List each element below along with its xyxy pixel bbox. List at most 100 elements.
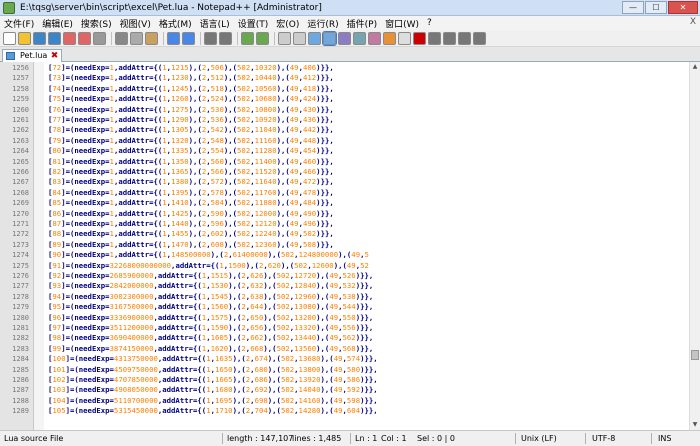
code-line[interactable]: 1275 [91]=(needExp=32268000000000,addAttr… [0, 261, 690, 271]
code-line[interactable]: 1278 [94]=(needExp=3002300000,addAttr={(1… [0, 292, 690, 302]
redo-icon[interactable] [182, 31, 195, 45]
code-line[interactable]: 1265 [81]=(needExp=1,addAttr={(1,1350),(2… [0, 157, 690, 167]
close-all-icon[interactable] [78, 31, 91, 45]
find-icon[interactable] [204, 31, 217, 45]
wrap-icon[interactable] [308, 31, 321, 45]
play-multi-icon[interactable] [458, 31, 471, 45]
code-line[interactable]: 1257 [73]=(needExp=1,addAttr={(1,1230),(2… [0, 73, 690, 83]
code-line[interactable]: 1281 [97]=(needExp=3511200000,addAttr={(1… [0, 323, 690, 333]
code-line[interactable]: 1287 [103]=(needExp=4908050000,addAttr={(… [0, 385, 690, 395]
toolbar-separator [237, 31, 238, 45]
code-line[interactable]: 1268 [84]=(needExp=1,addAttr={(1,1395),(2… [0, 188, 690, 198]
close-document-button[interactable]: X [690, 17, 696, 27]
line-number: 1263 [12, 136, 29, 145]
zoom-in-icon[interactable] [241, 31, 254, 45]
code-line[interactable]: 1263 [79]=(needExp=1,addAttr={(1,1320),(2… [0, 136, 690, 146]
code-text: [103]=(needExp=4908050000,addAttr={(1,16… [48, 385, 378, 395]
code-line[interactable]: 1271 [87]=(needExp=1,addAttr={(1,1440),(2… [0, 219, 690, 229]
undo-icon[interactable] [167, 31, 180, 45]
maximize-button[interactable]: ☐ [645, 1, 667, 14]
code-line[interactable]: 1262 [78]=(needExp=1,addAttr={(1,1305),(2… [0, 125, 690, 135]
save-macro-icon[interactable] [473, 31, 486, 45]
cut-icon[interactable] [115, 31, 128, 45]
code-line[interactable]: 1285 [101]=(needExp=4509750000,addAttr={(… [0, 365, 690, 375]
code-line[interactable]: 1280 [96]=(needExp=3336900000,addAttr={(1… [0, 313, 690, 323]
code-line[interactable]: 1282 [98]=(needExp=3690400000,addAttr={(1… [0, 333, 690, 343]
function-list-icon[interactable] [368, 31, 381, 45]
tab-pet-lua[interactable]: Pet.lua ✖ [2, 49, 63, 62]
code-line[interactable]: 1274 [90]=(needExp=1,addAttr={(1,14850000… [0, 250, 690, 260]
code-line[interactable]: 1288 [104]=(needExp=5110700000,addAttr={(… [0, 396, 690, 406]
sync-v-icon[interactable] [278, 31, 291, 45]
code-line[interactable]: 1264 [80]=(needExp=1,addAttr={(1,1335),(2… [0, 146, 690, 156]
new-file-icon[interactable] [3, 31, 16, 45]
scrollbar-thumb[interactable] [691, 350, 699, 360]
code-text: [77]=(needExp=1,addAttr={(1,1290),(2,536… [48, 115, 334, 124]
folder-icon[interactable] [383, 31, 396, 45]
line-number: 1277 [12, 282, 29, 291]
menu-edit[interactable]: 编辑(E) [38, 17, 77, 30]
sync-h-icon[interactable] [293, 31, 306, 45]
code-line[interactable]: 1260 [76]=(needExp=1,addAttr={(1,1275),(2… [0, 105, 690, 115]
code-line[interactable]: 1289 [105]=(needExp=5315450000,addAttr={(… [0, 406, 690, 416]
code-line[interactable]: 1279 [95]=(needExp=3167500000,addAttr={(1… [0, 302, 690, 312]
line-number: 1275 [12, 261, 29, 270]
print-icon[interactable] [93, 31, 106, 45]
menu-language[interactable]: 语言(L) [196, 17, 234, 30]
all-chars-icon[interactable] [322, 30, 337, 46]
lang-icon[interactable] [353, 31, 366, 45]
code-line[interactable]: 1277 [93]=(needExp=2842000000,addAttr={(1… [0, 281, 690, 291]
code-line[interactable]: 1267 [83]=(needExp=1,addAttr={(1,1380),(2… [0, 177, 690, 187]
code-line[interactable]: 1259 [75]=(needExp=1,addAttr={(1,1260),(2… [0, 94, 690, 104]
replace-icon[interactable] [219, 31, 232, 45]
play-icon[interactable] [443, 31, 456, 45]
menu-search[interactable]: 搜索(S) [77, 17, 116, 30]
code-line[interactable]: 1258 [74]=(needExp=1,addAttr={(1,1245),(2… [0, 84, 690, 94]
code-line[interactable]: 1270 [86]=(needExp=1,addAttr={(1,1425),(2… [0, 209, 690, 219]
code-line[interactable]: 1276 [92]=(needExp=2685900000,addAttr={(1… [0, 271, 690, 281]
menu-bar: 文件(F) 编辑(E) 搜索(S) 视图(V) 格式(M) 语言(L) 设置(T… [0, 16, 700, 30]
menu-help[interactable]: ? [423, 18, 436, 28]
menu-settings[interactable]: 设置(T) [234, 17, 273, 30]
monitor-icon[interactable] [398, 31, 411, 45]
menu-format[interactable]: 格式(M) [155, 17, 196, 30]
code-line[interactable]: 1273 [89]=(needExp=1,addAttr={(1,1470),(2… [0, 240, 690, 250]
stop-icon[interactable] [428, 31, 441, 45]
code-line[interactable]: 1283 [99]=(needExp=3874150000,addAttr={(1… [0, 344, 690, 354]
save-icon[interactable] [33, 31, 46, 45]
code-line[interactable]: 1261 [77]=(needExp=1,addAttr={(1,1290),(2… [0, 115, 690, 125]
code-text: [101]=(needExp=4509750000,addAttr={(1,16… [48, 364, 378, 374]
editor[interactable]: 1256 [72]=(needExp=1,addAttr={(1,1215),(2… [0, 62, 700, 430]
saved-file-icon [6, 52, 15, 60]
zoom-out-icon[interactable] [256, 31, 269, 45]
code-text: [100]=(needExp=4313750000,addAttr={(1,16… [48, 354, 378, 364]
save-all-icon[interactable] [48, 31, 61, 45]
scroll-up-icon[interactable]: ▲ [690, 62, 700, 72]
scroll-down-icon[interactable]: ▼ [690, 420, 700, 430]
code-line[interactable]: 1266 [82]=(needExp=1,addAttr={(1,1365),(2… [0, 167, 690, 177]
menu-file[interactable]: 文件(F) [0, 17, 38, 30]
minimize-button[interactable]: — [622, 1, 644, 14]
indent-guide-icon[interactable] [338, 31, 351, 45]
code-line[interactable]: 1286 [102]=(needExp=4707850000,addAttr={(… [0, 375, 690, 385]
code-line[interactable]: 1272 [88]=(needExp=1,addAttr={(1,1455),(2… [0, 229, 690, 239]
menu-plugins[interactable]: 插件(P) [343, 17, 381, 30]
code-line[interactable]: 1284 [100]=(needExp=4313750000,addAttr={(… [0, 354, 690, 364]
code-line[interactable]: 1256 [72]=(needExp=1,addAttr={(1,1215),(2… [0, 63, 690, 73]
close-button[interactable]: ✕ [668, 1, 698, 14]
copy-icon[interactable] [130, 31, 143, 45]
status-eol: Unix (LF) [521, 434, 557, 443]
open-file-icon[interactable] [18, 31, 31, 45]
menu-macro[interactable]: 宏(O) [272, 17, 303, 30]
menu-run[interactable]: 运行(R) [303, 17, 342, 30]
paste-icon[interactable] [145, 31, 158, 45]
tab-close-icon[interactable]: ✖ [51, 50, 59, 62]
menu-view[interactable]: 视图(V) [116, 17, 155, 30]
vertical-scrollbar[interactable]: ▲ ▼ [689, 62, 700, 430]
menu-window[interactable]: 窗口(W) [381, 17, 423, 30]
code-text: [79]=(needExp=1,addAttr={(1,1320),(2,548… [48, 135, 334, 145]
record-icon[interactable] [413, 31, 426, 45]
close-icon[interactable] [63, 31, 76, 45]
code-text: [92]=(needExp=2685900000,addAttr={(1,151… [48, 271, 374, 280]
code-line[interactable]: 1269 [85]=(needExp=1,addAttr={(1,1410),(2… [0, 198, 690, 208]
